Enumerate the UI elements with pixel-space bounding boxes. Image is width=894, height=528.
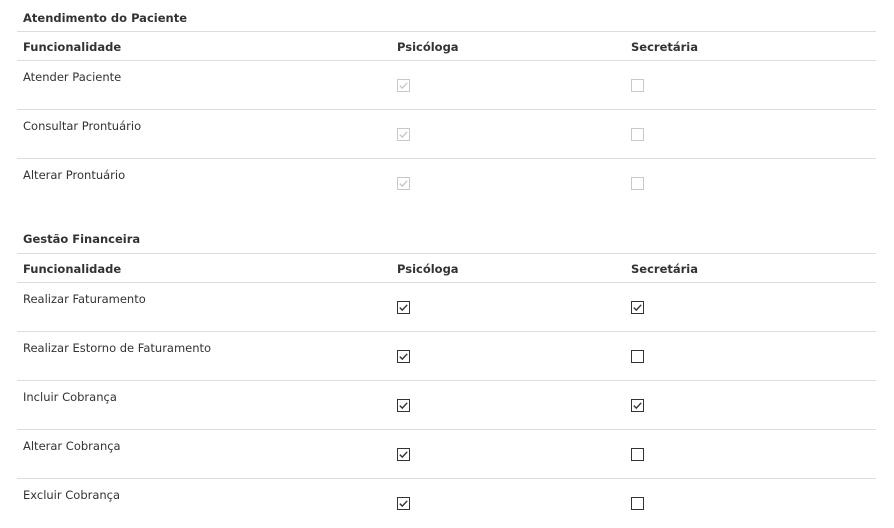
funcionalidade-label: Excluir Cobrança xyxy=(23,488,121,502)
table-row: Realizar Estorno de Faturamento xyxy=(17,332,876,381)
secretaria-checkbox[interactable] xyxy=(631,350,644,363)
table-row: Consultar Prontuário xyxy=(17,110,876,159)
section-title-gestao-financeira: Gestão Financeira xyxy=(23,232,141,246)
table-row: Alterar Prontuário xyxy=(17,159,876,208)
header-funcionalidade: Funcionalidade xyxy=(23,40,122,54)
secretaria-checkbox xyxy=(631,79,644,92)
funcionalidade-label: Incluir Cobrança xyxy=(23,390,117,404)
funcionalidade-label: Realizar Estorno de Faturamento xyxy=(23,341,212,355)
psicologa-checkbox[interactable] xyxy=(397,301,410,314)
table-row: Realizar Faturamento xyxy=(17,283,876,332)
table-header: Funcionalidade Psicóloga Secretária xyxy=(17,253,876,283)
psicologa-checkbox xyxy=(397,128,410,141)
psicologa-checkbox[interactable] xyxy=(397,399,410,412)
secretaria-checkbox xyxy=(631,177,644,190)
table-row: Excluir Cobrança xyxy=(17,479,876,528)
psicologa-checkbox[interactable] xyxy=(397,497,410,510)
header-funcionalidade: Funcionalidade xyxy=(23,262,122,276)
psicologa-checkbox xyxy=(397,79,410,92)
header-psicologa: Psicóloga xyxy=(397,40,459,54)
funcionalidade-label: Alterar Prontuário xyxy=(23,168,126,182)
psicologa-checkbox[interactable] xyxy=(397,448,410,461)
permissions-table-atendimento: Funcionalidade Psicóloga Secretária Aten… xyxy=(17,31,876,208)
table-row: Atender Paciente xyxy=(17,61,876,110)
secretaria-checkbox xyxy=(631,128,644,141)
funcionalidade-label: Alterar Cobrança xyxy=(23,439,121,453)
permissions-table-gestao-financeira: Funcionalidade Psicóloga Secretária Real… xyxy=(17,253,876,528)
secretaria-checkbox[interactable] xyxy=(631,497,644,510)
secretaria-checkbox[interactable] xyxy=(631,448,644,461)
table-header: Funcionalidade Psicóloga Secretária xyxy=(17,31,876,61)
secretaria-checkbox[interactable] xyxy=(631,301,644,314)
psicologa-checkbox xyxy=(397,177,410,190)
secretaria-checkbox[interactable] xyxy=(631,399,644,412)
header-secretaria: Secretária xyxy=(631,40,699,54)
table-row: Incluir Cobrança xyxy=(17,381,876,430)
funcionalidade-label: Realizar Faturamento xyxy=(23,292,146,306)
table-row: Alterar Cobrança xyxy=(17,430,876,479)
section-title-atendimento: Atendimento do Paciente xyxy=(23,11,187,25)
header-secretaria: Secretária xyxy=(631,262,699,276)
psicologa-checkbox[interactable] xyxy=(397,350,410,363)
header-psicologa: Psicóloga xyxy=(397,262,459,276)
funcionalidade-label: Atender Paciente xyxy=(23,70,122,84)
funcionalidade-label: Consultar Prontuário xyxy=(23,119,142,133)
